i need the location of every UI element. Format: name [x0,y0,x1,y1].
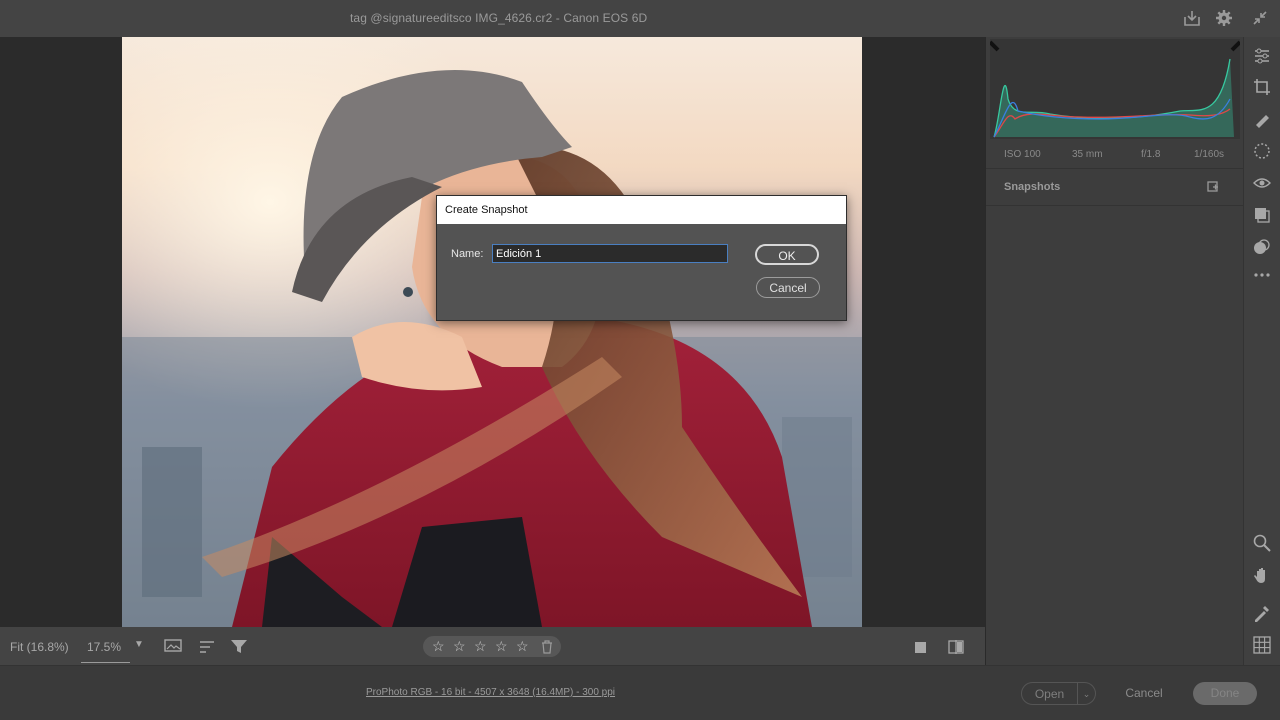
histogram [988,39,1242,139]
dialog-title: Create Snapshot [445,204,528,216]
snapshot-name-label: Name: [451,248,484,260]
snapshots-header: Snapshots [986,168,1244,206]
tool-strip [1243,37,1280,665]
right-panel: ISO 100 35 mm f/1.8 1/160s Snapshots [985,37,1244,665]
footer-cancel-button[interactable]: Cancel [1112,682,1176,705]
exif-shutter: 1/160s [1194,149,1225,160]
exif-info: ISO 100 35 mm f/1.8 1/160s [986,143,1244,167]
star-3[interactable]: ☆ [474,638,487,655]
open-options-chevron-icon[interactable]: ⌄ [1078,682,1096,705]
dialog-title-bar: Create Snapshot [437,196,846,224]
settings-gear-icon[interactable] [1214,8,1234,28]
title-bar: tag @signatureeditsco IMG_4626.cr2 - Can… [0,0,1280,37]
presets-icon[interactable] [1252,237,1272,257]
dialog-cancel-button[interactable]: Cancel [756,277,820,298]
new-snapshot-icon[interactable] [1206,180,1220,199]
collapse-arrows-icon[interactable] [1250,8,1270,28]
exif-aperture: f/1.8 [1141,149,1161,160]
trash-icon[interactable] [540,639,554,659]
exif-iso: ISO 100 [1004,149,1041,160]
healing-brush-icon[interactable] [1252,109,1272,129]
crop-icon[interactable] [1252,77,1272,97]
chevron-down-icon[interactable]: ▼ [134,639,144,650]
star-4[interactable]: ☆ [495,638,508,655]
zoom-icon[interactable] [1252,533,1272,553]
star-1[interactable]: ☆ [432,638,445,655]
before-after-icon[interactable] [947,638,965,661]
edit-sliders-icon[interactable] [1252,46,1272,66]
star-5[interactable]: ☆ [516,638,529,655]
more-options-icon[interactable] [1252,265,1272,285]
open-button[interactable]: Open [1021,682,1078,705]
sort-icon[interactable] [198,639,216,660]
grid-overlay-icon[interactable] [1252,635,1272,655]
single-view-icon[interactable] [913,639,929,660]
footer-bar: ProPhoto RGB - 16 bit - 4507 x 3648 (16.… [0,665,1280,720]
exif-focal-length: 35 mm [1072,149,1103,160]
photo-preview[interactable] [122,37,862,627]
window-title: tag @signatureeditsco IMG_4626.cr2 - Can… [350,11,648,25]
bottom-toolbar: Fit (16.8%) 17.5% ▼ ☆ ☆ ☆ ☆ ☆ [0,627,985,665]
workflow-options-link[interactable]: ProPhoto RGB - 16 bit - 4507 x 3648 (16.… [366,687,615,698]
snapshots-icon[interactable] [1252,205,1272,225]
filmstrip-icon[interactable] [164,638,184,659]
ok-button[interactable]: OK [755,244,819,265]
zoom-underline [81,662,130,663]
star-rating[interactable]: ☆ ☆ ☆ ☆ ☆ [423,636,561,657]
zoom-level-select[interactable]: 17.5% [87,640,121,654]
filter-icon[interactable] [230,638,248,659]
done-button[interactable]: Done [1193,682,1257,705]
snapshot-name-input[interactable] [492,244,728,263]
hand-icon[interactable] [1252,565,1272,585]
star-2[interactable]: ☆ [453,638,466,655]
create-snapshot-dialog: Create Snapshot Name: OK Cancel [436,195,847,321]
fit-zoom-button[interactable]: Fit (16.8%) [10,640,69,654]
color-sampler-icon[interactable] [1252,603,1272,623]
save-image-icon[interactable] [1182,8,1202,28]
masking-icon[interactable] [1252,141,1272,161]
red-eye-icon[interactable] [1252,173,1272,193]
snapshots-title: Snapshots [1004,181,1061,193]
